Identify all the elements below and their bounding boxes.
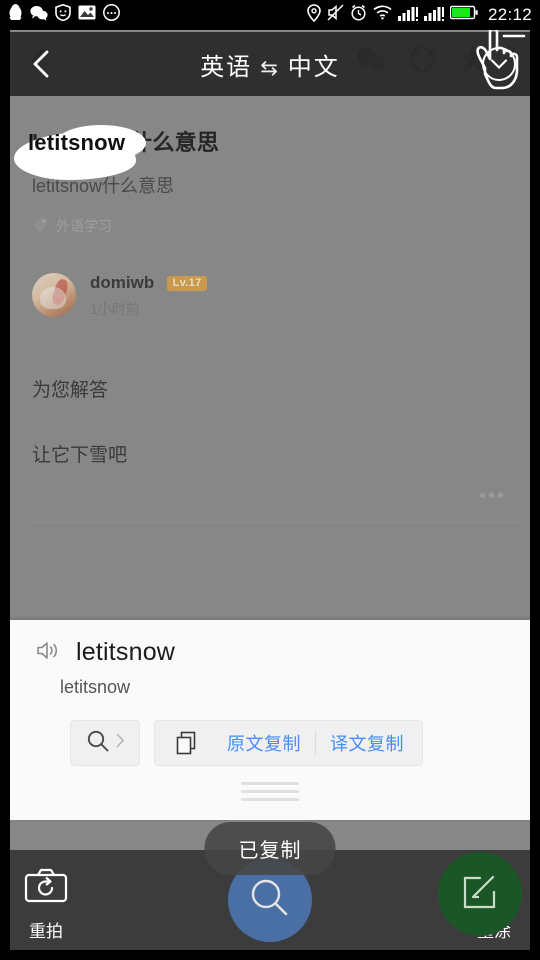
wifi-icon bbox=[373, 5, 392, 25]
language-pair-title: 英语 ⇆ 中文 bbox=[10, 47, 530, 82]
retake-label: 重拍 bbox=[29, 922, 63, 941]
answer-time: 1小时前 bbox=[90, 301, 140, 317]
chat-icon bbox=[103, 4, 120, 26]
signal-1-icon bbox=[397, 5, 418, 26]
speaker-icon[interactable] bbox=[36, 640, 60, 666]
level-badge: Lv.17 bbox=[166, 276, 208, 291]
toast-message: 已复制 bbox=[204, 822, 336, 875]
location-icon bbox=[307, 3, 321, 27]
translation-header: 英语 ⇆ 中文 bbox=[10, 32, 530, 96]
answer-divider bbox=[30, 522, 522, 523]
wechat-icon bbox=[30, 5, 48, 26]
status-bar-clock: 22:12 bbox=[487, 5, 532, 24]
search-icon bbox=[86, 729, 110, 758]
battery-icon bbox=[449, 5, 478, 25]
question-tag[interactable]: 外语学习 bbox=[32, 216, 112, 236]
status-bar: 22:12 bbox=[0, 0, 540, 30]
answer-author: domiwb Lv.17 1小时前 bbox=[32, 273, 208, 319]
translation-source-row: letitsnow bbox=[10, 620, 530, 667]
back-chevron-icon[interactable] bbox=[24, 46, 60, 82]
search-button[interactable] bbox=[70, 720, 140, 766]
answer-line-2: 让它下雪吧 bbox=[32, 445, 128, 466]
copy-icon[interactable] bbox=[159, 731, 213, 756]
source-language-label: 英语 bbox=[200, 53, 253, 81]
search-icon bbox=[247, 875, 293, 926]
shield-icon bbox=[55, 3, 71, 26]
answer-line-1: 为您解答 bbox=[32, 380, 109, 401]
translation-source-text: letitsnow bbox=[76, 638, 176, 666]
alarm-icon bbox=[350, 4, 367, 26]
mute-icon bbox=[327, 4, 344, 26]
more-horizontal-icon[interactable]: ••• bbox=[479, 485, 506, 508]
chevron-right-icon bbox=[116, 733, 125, 753]
target-language-label: 中文 bbox=[287, 53, 340, 81]
question-tag-label: 外语学习 bbox=[56, 218, 112, 234]
translation-result-text: letitsnow bbox=[60, 677, 131, 697]
drag-handle-icon[interactable] bbox=[241, 782, 299, 806]
signal-2-icon bbox=[423, 5, 444, 26]
translation-card-actions: 原文复制 译文复制 bbox=[10, 698, 530, 766]
copy-source-button[interactable]: 原文复制 bbox=[213, 730, 315, 756]
status-bar-right-icons: 22:12 bbox=[307, 3, 532, 27]
highlighted-word: letitsnow bbox=[28, 130, 126, 155]
edit-square-icon bbox=[459, 871, 501, 918]
retake-button[interactable]: 重拍 bbox=[24, 867, 68, 942]
camera-retake-icon bbox=[24, 867, 68, 910]
qq-penguin-icon bbox=[8, 4, 23, 26]
translation-card: letitsnow letitsnow 原文复制 译文复制 bbox=[10, 620, 530, 820]
answer-username: domiwb bbox=[90, 273, 155, 292]
repaint-fab[interactable] bbox=[438, 852, 522, 936]
tag-icon bbox=[32, 217, 48, 236]
gallery-icon bbox=[78, 5, 96, 25]
status-bar-left-icons bbox=[8, 3, 120, 26]
chevron-down-icon[interactable] bbox=[482, 47, 516, 81]
copy-actions-group: 原文复制 译文复制 bbox=[154, 720, 423, 766]
copy-translation-button[interactable]: 译文复制 bbox=[316, 730, 418, 756]
answer-username-row: domiwb Lv.17 bbox=[90, 273, 208, 293]
swap-languages-icon[interactable]: ⇆ bbox=[260, 57, 280, 80]
avatar[interactable] bbox=[32, 273, 76, 317]
